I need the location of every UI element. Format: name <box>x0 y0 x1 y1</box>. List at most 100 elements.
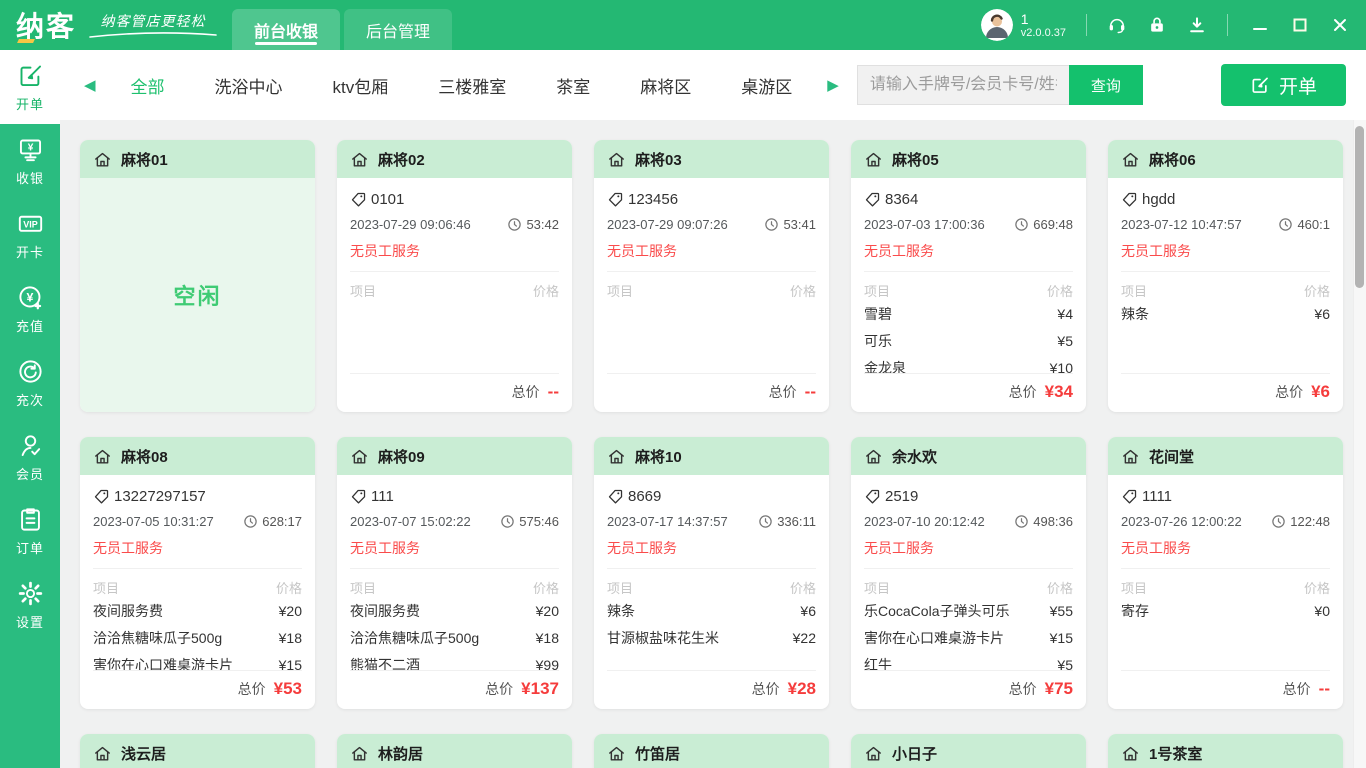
search-button[interactable]: 查询 <box>1068 65 1143 105</box>
app-version: v2.0.0.37 <box>1020 26 1066 39</box>
card-duration-wrap: 628:17 <box>243 514 302 529</box>
titlebar-right: 1 v2.0.0.37 <box>980 0 1366 50</box>
sidebar-item-label: 充次 <box>15 392 44 408</box>
room-card[interactable]: 麻将05 8364 2023-07-03 17:00:36 669:48 无员工… <box>851 140 1086 412</box>
room-card[interactable]: 麻将01 空闲 <box>80 140 315 412</box>
scrollbar-thumb[interactable] <box>1355 126 1364 288</box>
card-tag-number: 2519 <box>885 488 919 505</box>
card-divider <box>1121 271 1330 272</box>
room-card[interactable]: 小日子 <box>851 734 1086 768</box>
category-tab-1[interactable]: 洗浴中心 <box>190 73 308 98</box>
room-card-header: 花间堂 <box>1108 437 1343 475</box>
item-price: ¥0 <box>1314 603 1330 619</box>
house-icon <box>609 746 624 761</box>
total-label: 总价 <box>237 681 266 697</box>
item-price: ¥99 <box>535 657 559 670</box>
price-col-label: 价格 <box>1046 284 1073 299</box>
clock-icon <box>1015 218 1028 231</box>
category-tab-3[interactable]: 三楼雅室 <box>413 73 531 98</box>
item-name: 辣条 <box>1121 306 1149 322</box>
room-card[interactable]: 竹笛居 <box>594 734 829 768</box>
house-icon <box>95 449 110 464</box>
room-card[interactable]: 麻将10 8669 2023-07-17 14:37:57 336:11 无员工… <box>594 437 829 709</box>
price-col-label: 价格 <box>1303 581 1330 596</box>
open-order-button[interactable]: 开单 <box>1221 64 1346 106</box>
top-tab-label: 前台收银 <box>254 23 319 41</box>
room-card[interactable]: 麻将08 13227297157 2023-07-05 10:31:27 628… <box>80 437 315 709</box>
card-start-time: 2023-07-05 10:31:27 <box>93 514 214 529</box>
item-price: ¥4 <box>1057 306 1073 322</box>
card-meta-row: 2023-07-03 17:00:36 669:48 <box>864 217 1073 232</box>
top-tab-0[interactable]: 前台收银 <box>232 9 341 50</box>
card-tag-number: 123456 <box>628 191 679 208</box>
scrollbar-track[interactable] <box>1353 120 1366 768</box>
sidebar-item-vip[interactable]: VIP 开卡 <box>0 198 60 272</box>
room-card[interactable]: 花间堂 1111 2023-07-26 12:00:22 122:48 无员工服… <box>1108 437 1343 709</box>
room-card[interactable]: 麻将06 hgdd 2023-07-12 10:47:57 460:1 无员工服… <box>1108 140 1343 412</box>
category-tab-2[interactable]: ktv包厢 <box>308 73 414 98</box>
card-meta-row: 2023-07-05 10:31:27 628:17 <box>93 514 302 529</box>
card-start-time: 2023-07-10 20:12:42 <box>864 514 985 529</box>
card-footer: 总价 ¥137 <box>350 670 559 699</box>
room-card[interactable]: 麻将03 123456 2023-07-29 09:07:26 53:41 无员… <box>594 140 829 412</box>
top-tab-1[interactable]: 后台管理 <box>344 9 453 50</box>
category-prev-icon[interactable]: ◀ <box>80 76 100 94</box>
item-price: ¥6 <box>800 603 816 619</box>
card-columns-header: 项目 价格 <box>607 281 816 300</box>
lock-icon[interactable] <box>1147 15 1167 35</box>
card-detail: 8669 2023-07-17 14:37:57 336:11 无员工服务 项目… <box>594 475 829 709</box>
maximize-button[interactable] <box>1292 17 1308 33</box>
tag-icon <box>1122 489 1137 504</box>
search-input[interactable] <box>856 65 1069 105</box>
card-duration-wrap: 460:1 <box>1278 217 1330 232</box>
clock-icon <box>244 515 257 528</box>
card-total-value: ¥6 <box>1311 382 1330 401</box>
room-card[interactable]: 麻将09 111 2023-07-07 15:02:22 575:46 无员工服… <box>337 437 572 709</box>
category-tab-4[interactable]: 茶室 <box>531 73 615 98</box>
card-start-time: 2023-07-29 09:07:26 <box>607 217 728 232</box>
hand-tag-row: 111 <box>350 484 559 509</box>
sidebar-item-cashier[interactable]: ¥ 收银 <box>0 124 60 198</box>
card-title: 林韵居 <box>378 745 424 763</box>
room-card[interactable]: 麻将02 0101 2023-07-29 09:06:46 53:42 无员工服… <box>337 140 572 412</box>
sidebar-item-recharge[interactable]: ¥ 充值 <box>0 272 60 346</box>
card-columns-header: 项目 价格 <box>350 281 559 300</box>
card-detail: 13227297157 2023-07-05 10:31:27 628:17 无… <box>80 475 315 709</box>
clock-icon <box>1272 515 1285 528</box>
card-columns-header: 项目 价格 <box>93 578 302 597</box>
room-card[interactable]: 林韵居 <box>337 734 572 768</box>
sidebar-item-orders[interactable]: 订单 <box>0 494 60 568</box>
category-tab-5[interactable]: 麻将区 <box>615 73 716 98</box>
tag-icon <box>865 489 880 504</box>
card-status: 空闲 <box>173 284 222 309</box>
item-col-label: 项目 <box>350 581 377 596</box>
item-price: ¥18 <box>535 630 559 646</box>
order-item-row: 洽洽焦糖味瓜子500g ¥18 <box>93 625 302 652</box>
card-items: 辣条 ¥6 <box>1121 301 1330 373</box>
card-title: 麻将05 <box>892 151 939 169</box>
room-card[interactable]: 余水欢 2519 2023-07-10 20:12:42 498:36 无员工服… <box>851 437 1086 709</box>
category-tab-6[interactable]: 桌游区 <box>716 73 817 98</box>
download-icon[interactable] <box>1187 15 1207 35</box>
customer-service-icon[interactable] <box>1107 15 1127 35</box>
order-item-row: 寄存 ¥0 <box>1121 598 1330 625</box>
card-total-value: ¥75 <box>1044 679 1073 698</box>
card-tag-number: 8364 <box>885 191 919 208</box>
card-title: 花间堂 <box>1149 448 1195 466</box>
minimize-button[interactable] <box>1252 17 1268 33</box>
close-button[interactable] <box>1332 17 1348 33</box>
sidebar-item-member[interactable]: 会员 <box>0 420 60 494</box>
room-card[interactable]: 1号茶室 <box>1108 734 1343 768</box>
sidebar-item-compose[interactable]: 开单 <box>0 50 60 124</box>
sidebar-item-refill-times[interactable]: 充次 <box>0 346 60 420</box>
card-service-status: 无员工服务 <box>1121 540 1191 556</box>
item-price: ¥18 <box>278 630 302 646</box>
sidebar-item-settings[interactable]: 设置 <box>0 568 60 642</box>
room-card[interactable]: 浅云居 <box>80 734 315 768</box>
user-account[interactable]: 1 v2.0.0.37 <box>980 9 1066 41</box>
order-item-row: 金龙泉 ¥10 <box>864 355 1073 373</box>
category-next-icon[interactable]: ▶ <box>823 76 843 94</box>
category-tab-0[interactable]: 全部 <box>106 73 190 98</box>
card-tag-number: 111 <box>371 488 394 505</box>
total-label: 总价 <box>511 384 540 400</box>
